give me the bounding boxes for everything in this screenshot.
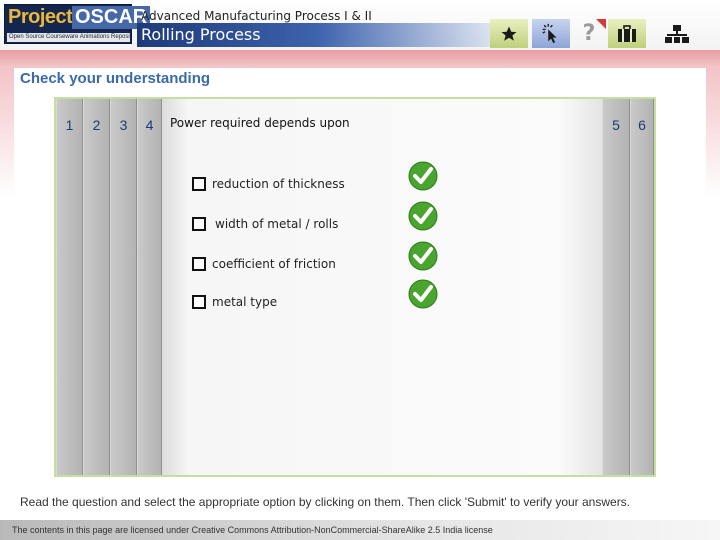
header-bar: Project OSCAR Open Source Courseware Ani… <box>0 0 720 50</box>
tab-6[interactable]: 6 <box>630 99 654 475</box>
course-title: Advanced Manufacturing Process I & II <box>141 9 372 23</box>
option-3-label[interactable]: coefficient of friction <box>212 257 336 271</box>
option-3-checkbox[interactable] <box>192 257 206 271</box>
tab-2[interactable]: 2 <box>83 99 110 475</box>
tab-4-label: 4 <box>145 117 154 133</box>
correct-check-icon <box>408 279 438 309</box>
option-2-checkbox[interactable] <box>192 217 206 231</box>
license-text[interactable]: The contents in this page are licensed u… <box>12 525 493 535</box>
tab-5[interactable]: 5 <box>602 99 630 475</box>
pointer-button[interactable] <box>532 19 570 48</box>
correct-check-icon <box>408 241 438 271</box>
question-area: Power required depends upon reduction of… <box>162 99 602 475</box>
tab-5-label: 5 <box>612 117 620 133</box>
option-2-label[interactable]: width of metal / rolls <box>215 217 338 231</box>
option-4-checkbox[interactable] <box>192 295 206 309</box>
correct-check-icon <box>408 201 438 231</box>
logo-project-text: Project <box>8 6 73 28</box>
tab-6-label: 6 <box>638 117 646 133</box>
star-icon <box>501 26 517 41</box>
star-button[interactable] <box>490 19 528 48</box>
topic-title: Rolling Process <box>141 25 261 44</box>
tree-button[interactable] <box>658 19 696 48</box>
logo-tagline: Open Source Courseware Animations Reposi… <box>7 33 130 42</box>
toolkit-button[interactable] <box>608 19 646 48</box>
quiz-panel: 1 2 3 4 Power required depends upon redu… <box>54 97 656 477</box>
option-1-checkbox[interactable] <box>192 177 206 191</box>
toolkit-icon <box>618 24 636 42</box>
option-1-label[interactable]: reduction of thickness <box>212 177 345 191</box>
tab-4[interactable]: 4 <box>137 99 162 475</box>
topic-title-bar: Rolling Process <box>137 23 497 47</box>
tab-3[interactable]: 3 <box>110 99 137 475</box>
right-side-gradient <box>706 68 720 198</box>
tab-3-label: 3 <box>119 117 128 133</box>
decorative-band <box>0 50 720 68</box>
help-button[interactable]: ? <box>570 19 608 48</box>
instructions-text: Read the question and select the appropr… <box>20 495 631 509</box>
correct-check-icon <box>408 161 438 191</box>
tree-icon <box>665 24 689 43</box>
question-text: Power required depends upon <box>170 116 350 130</box>
project-oscar-logo[interactable]: Project OSCAR Open Source Courseware Ani… <box>4 4 151 44</box>
tab-1-label: 1 <box>65 117 74 133</box>
tab-2-label: 2 <box>92 117 101 133</box>
pointer-icon <box>542 23 557 43</box>
red-corner-icon <box>596 19 606 29</box>
section-title: Check your understanding <box>20 70 211 87</box>
option-4-label[interactable]: metal type <box>212 295 277 309</box>
footer-bar: The contents in this page are licensed u… <box>0 520 720 540</box>
help-icon: ? <box>582 21 596 46</box>
left-side-gradient <box>0 68 14 198</box>
tab-1[interactable]: 1 <box>56 99 83 475</box>
